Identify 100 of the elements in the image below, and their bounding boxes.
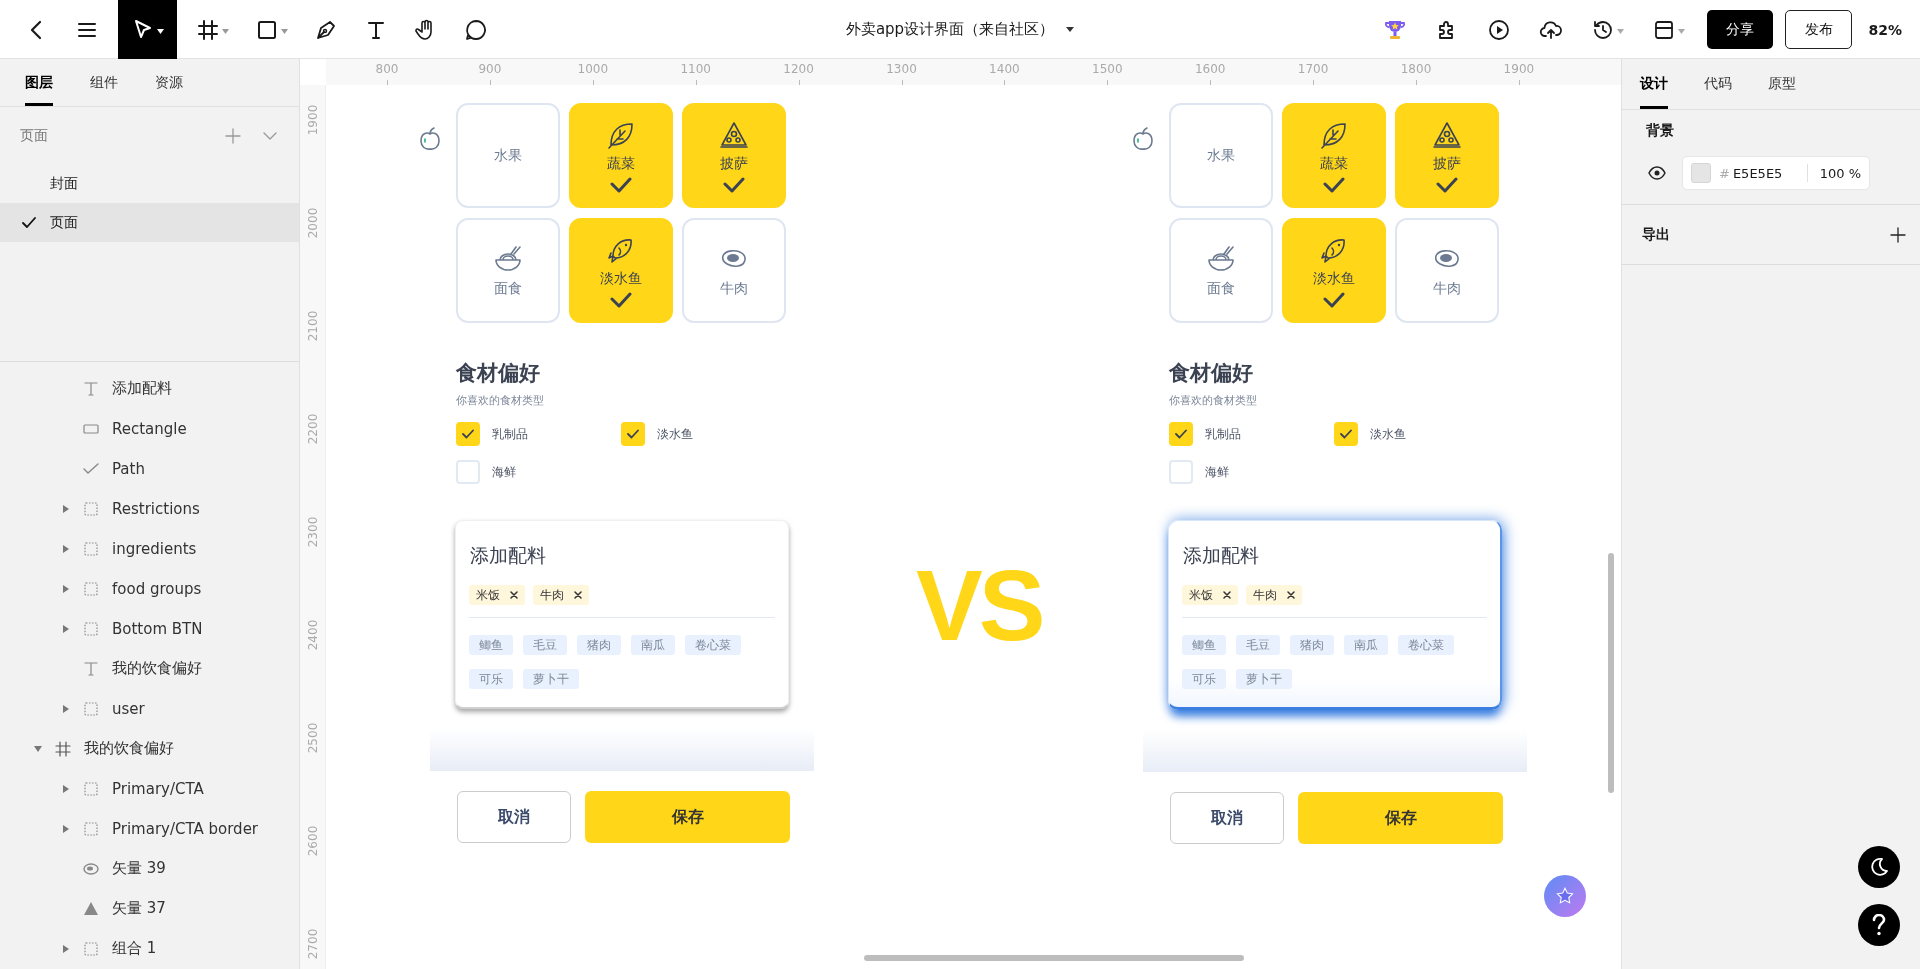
save-button[interactable]: 保存 xyxy=(585,791,790,843)
layer-name: 添加配料 xyxy=(112,379,172,399)
checkbox[interactable] xyxy=(456,422,480,446)
tile-label: 淡水鱼 xyxy=(1313,269,1355,288)
scrollbar[interactable] xyxy=(1608,553,1614,793)
tile-label: 牛肉 xyxy=(1433,279,1461,298)
scrollbar[interactable] xyxy=(864,955,1244,961)
group-icon xyxy=(82,620,100,638)
zoom-level[interactable]: 82% xyxy=(1868,21,1902,38)
panel-tab[interactable]: 图层 xyxy=(25,59,53,107)
category-tile[interactable]: 水果 xyxy=(456,103,560,208)
check-icon xyxy=(1323,176,1345,193)
caret-icon xyxy=(157,29,164,34)
category-tile[interactable]: 披萨 xyxy=(1395,103,1499,208)
share-button[interactable]: 分享 xyxy=(1707,10,1774,49)
text-layer-icon xyxy=(82,380,100,398)
close-icon xyxy=(1223,591,1231,599)
ruler-label: 1300 xyxy=(886,62,917,76)
apple-icon xyxy=(1132,127,1154,151)
ruler-label: 2000 xyxy=(306,207,320,239)
selected-tag[interactable]: 牛肉 xyxy=(1246,585,1302,605)
category-tile[interactable]: 面食 xyxy=(456,218,560,323)
add-icon[interactable] xyxy=(1890,226,1906,243)
check-icon xyxy=(627,429,639,439)
category-tile[interactable]: 蔬菜 xyxy=(1282,103,1386,208)
category-tile[interactable]: 披萨 xyxy=(682,103,786,208)
panel-tab[interactable]: 组件 xyxy=(90,59,118,107)
category-tile[interactable]: 牛肉 xyxy=(1395,218,1499,323)
tile-label: 面食 xyxy=(494,279,522,298)
page-item[interactable]: 封面 xyxy=(0,164,299,204)
checkbox[interactable] xyxy=(1169,460,1193,484)
layer-name: ingredients xyxy=(112,540,197,558)
card-title: 添加配料 xyxy=(1183,543,1260,568)
ruler-label: 2700 xyxy=(306,928,320,960)
panel-tab[interactable]: 原型 xyxy=(1768,59,1796,109)
save-button[interactable]: 保存 xyxy=(1298,792,1503,844)
tile-label: 披萨 xyxy=(720,154,748,173)
category-tile[interactable]: 面食 xyxy=(1169,218,1273,323)
category-tile[interactable]: 蔬菜 xyxy=(569,103,673,208)
check-icon xyxy=(22,216,36,229)
caret-icon xyxy=(222,29,229,34)
eye-icon[interactable] xyxy=(1648,166,1666,180)
panel-tab[interactable]: 资源 xyxy=(155,59,183,107)
check-icon xyxy=(723,176,745,193)
publish-button[interactable]: 发布 xyxy=(1785,10,1853,49)
category-tile[interactable]: 淡水鱼 xyxy=(569,218,673,323)
layer-name: Rectangle xyxy=(112,420,187,438)
chevron-icon[interactable] xyxy=(263,131,277,140)
selected-tag[interactable]: 牛肉 xyxy=(533,585,589,605)
tag-label: 牛肉 xyxy=(1253,586,1277,604)
play-icon[interactable] xyxy=(1487,17,1512,42)
selected-tag[interactable]: 米饭 xyxy=(1182,585,1238,605)
group-icon xyxy=(82,500,100,518)
vs-text: VS xyxy=(916,555,1042,655)
ruler-label: 1900 xyxy=(306,104,320,136)
ruler-label: 2100 xyxy=(306,310,320,342)
cancel-button[interactable]: 取消 xyxy=(457,791,571,843)
close-icon xyxy=(574,591,582,599)
checkbox-label: 乳制品 xyxy=(492,425,528,443)
checkbox-label: 淡水鱼 xyxy=(1370,425,1406,443)
panel-tab[interactable]: 设计 xyxy=(1640,59,1668,109)
tag-label: 米饭 xyxy=(476,586,500,604)
check-icon xyxy=(1340,429,1352,439)
group-icon xyxy=(82,700,100,718)
layer-name: Primary/CTA border xyxy=(112,820,259,838)
checkbox[interactable] xyxy=(621,422,645,446)
check-icon xyxy=(462,429,474,439)
checkbox-label: 乳制品 xyxy=(1205,425,1241,443)
checkbox[interactable] xyxy=(1169,422,1193,446)
tag-label: 米饭 xyxy=(1189,586,1213,604)
cancel-button[interactable]: 取消 xyxy=(1170,792,1284,844)
checkbox[interactable] xyxy=(1334,422,1358,446)
assistant-button[interactable] xyxy=(1544,875,1586,917)
tile-label: 水果 xyxy=(494,146,522,165)
color-field[interactable]: # E5E5E5 100 % xyxy=(1682,156,1870,190)
caret-icon xyxy=(281,29,288,34)
category-tile[interactable]: 水果 xyxy=(1169,103,1273,208)
layer-name: 我的饮食偏好 xyxy=(112,659,202,679)
ruler-label: 1900 xyxy=(1503,62,1535,76)
layer-name: 组合 1 xyxy=(112,939,157,959)
card-title: 添加配料 xyxy=(470,543,547,568)
section-subtitle: 你喜欢的食材类型 xyxy=(456,393,545,408)
checkbox-label: 淡水鱼 xyxy=(657,425,693,443)
check-icon xyxy=(610,176,632,193)
ruler-label: 1800 xyxy=(1400,62,1432,76)
move-tool[interactable] xyxy=(118,0,177,59)
panel-tab[interactable]: 代码 xyxy=(1704,59,1732,109)
section-heading: 背景 xyxy=(1646,122,1675,140)
help-button[interactable] xyxy=(1858,904,1900,946)
checkbox[interactable] xyxy=(456,460,480,484)
tile-label: 牛肉 xyxy=(720,279,748,298)
tile-label: 披萨 xyxy=(1433,154,1461,173)
dark-mode-button[interactable] xyxy=(1858,846,1900,888)
category-tile[interactable]: 淡水鱼 xyxy=(1282,218,1386,323)
category-tile[interactable]: 牛肉 xyxy=(682,218,786,323)
page-item[interactable]: 页面 xyxy=(0,203,299,243)
check-icon xyxy=(1436,176,1458,193)
selected-tag[interactable]: 米饭 xyxy=(469,585,525,605)
color-swatch[interactable] xyxy=(1691,163,1711,183)
checkbox-label: 海鲜 xyxy=(1205,463,1229,481)
